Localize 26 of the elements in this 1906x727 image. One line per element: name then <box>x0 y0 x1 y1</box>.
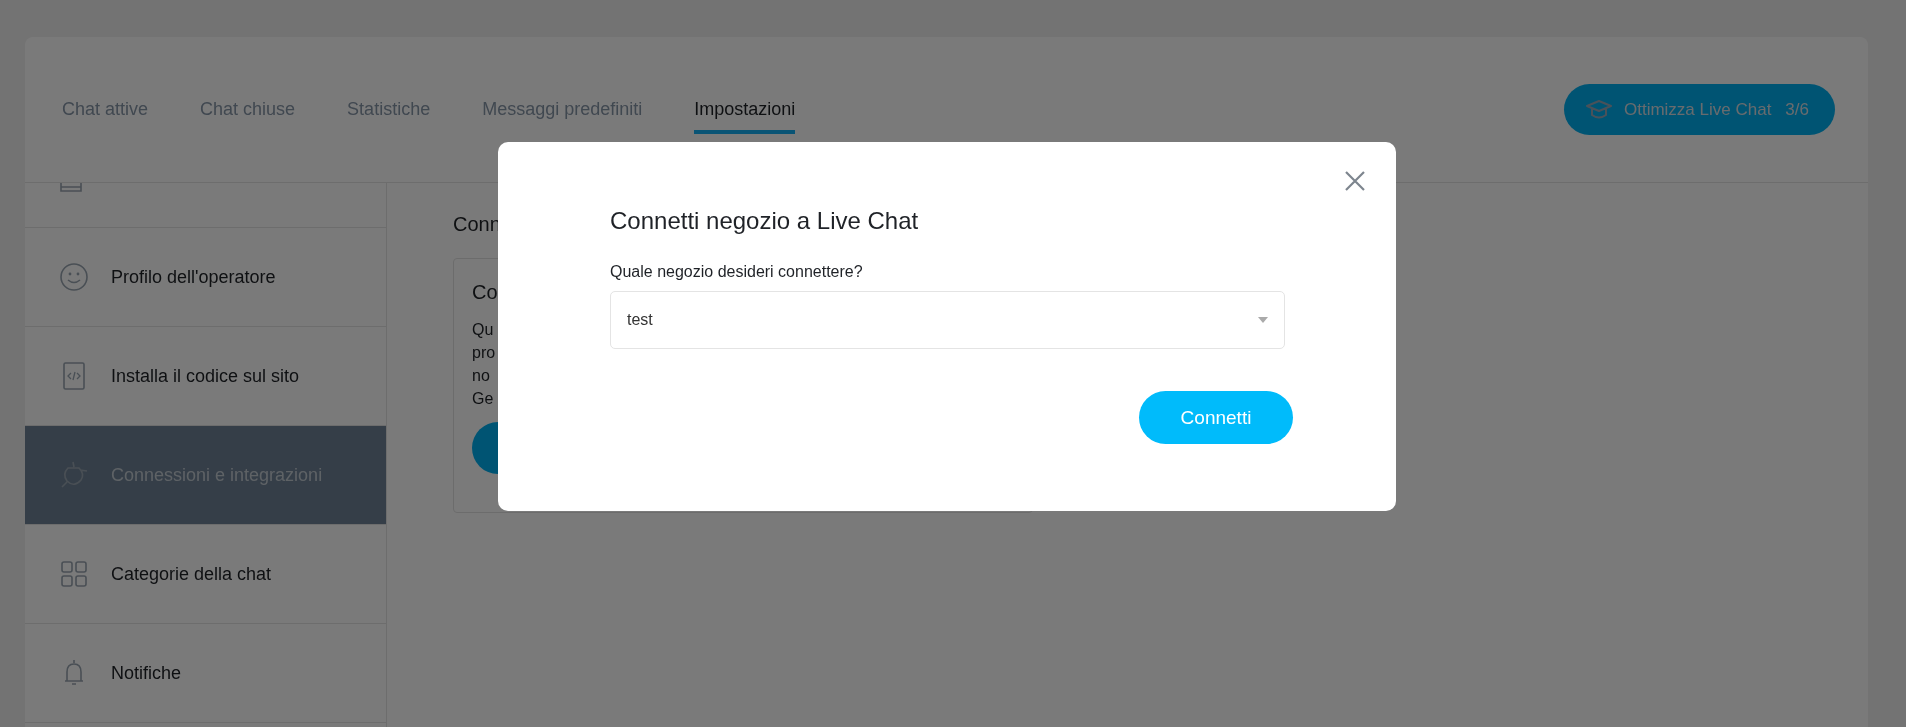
smiley-icon <box>59 262 89 292</box>
sidebar-item[interactable]: Notifiche <box>25 624 386 723</box>
card-title: Co <box>472 281 498 304</box>
close-icon <box>1344 170 1366 192</box>
card-text-line: Ge <box>472 389 494 409</box>
tab[interactable]: Messaggi predefiniti <box>482 87 643 134</box>
connect-button[interactable]: Connetti <box>1139 391 1293 444</box>
store-select[interactable]: test <box>610 291 1285 349</box>
optimize-label: Ottimizza Live Chat <box>1623 99 1772 120</box>
tab[interactable]: Impostazioni <box>694 87 796 134</box>
graduation-cap-icon <box>1585 98 1612 121</box>
card-text-line: no <box>472 366 490 386</box>
form-icon <box>59 183 83 193</box>
sidebar-item[interactable]: Profilo dell'operatore <box>25 228 386 327</box>
modal-title: Connetti negozio a Live Chat <box>610 207 920 235</box>
tab[interactable]: Chat attive <box>62 87 149 134</box>
caret-icon <box>1258 317 1268 323</box>
tab[interactable]: Chat chiuse <box>200 87 296 134</box>
sidebar-item[interactable]: Categorie della chat <box>25 525 386 624</box>
grid-icon <box>59 559 89 589</box>
progress-count: 3/6 <box>1785 99 1809 120</box>
field-label: Quale negozio desideri connettere? <box>610 263 864 281</box>
card-text-line: Qu <box>472 320 494 340</box>
optimize-button[interactable]: Ottimizza Live Chat 3/6 <box>1563 84 1835 135</box>
tab[interactable]: Statistiche <box>347 87 431 134</box>
card-text-line: pro <box>472 343 496 363</box>
